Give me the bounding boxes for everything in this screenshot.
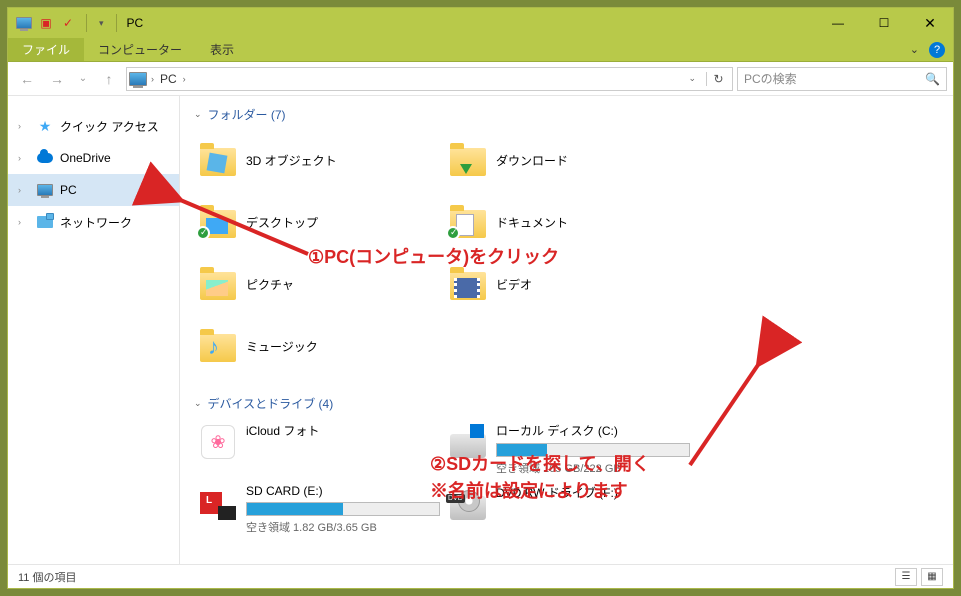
expand-icon[interactable]: › [18,185,30,195]
sidebar-item-label: クイック アクセス [60,118,159,135]
close-button[interactable]: ✕ [907,8,953,38]
nav-back-button[interactable]: ← [14,66,40,92]
nav-forward-button[interactable]: → [44,66,70,92]
sidebar-item-label: OneDrive [60,151,111,165]
address-dropdown-icon[interactable]: ⌄ [682,73,702,84]
drive-local-c[interactable]: ローカル ディスク (C:) 空き領域 165 GB/222 GB [444,420,694,478]
group-folders-header[interactable]: ⌄ フォルダー (7) [194,106,939,123]
folder-label: ダウンロード [496,152,568,169]
folder-desktop[interactable]: デスクトップ [194,193,444,251]
folder-label: ピクチャ [246,276,294,293]
nav-history-dropdown[interactable]: ⌄ [74,66,92,92]
quickaccess-icon: ★ [36,117,54,135]
drive-free: 空き領域 165 GB/222 GB [496,460,690,476]
qat-dropdown-icon[interactable]: ▾ [99,18,104,29]
search-input[interactable]: PCの検索 🔍 [737,67,947,91]
expand-icon[interactable]: › [18,153,30,163]
usage-bar [496,443,690,457]
drive-label: DVD RW ドライブ (F:) [496,484,690,501]
folder-pictures[interactable]: ピクチャ [194,255,444,313]
pc-icon [129,72,147,86]
tab-file[interactable]: ファイル [8,38,84,61]
folder-label: ミュージック [246,338,318,355]
sidebar-item-label: ネットワーク [60,214,132,231]
content-pane: ⌄ フォルダー (7) 3D オブジェクト ダウンロード デスクトップ ドキュメ… [180,96,953,564]
folder-music[interactable]: ♪ミュージック [194,317,444,375]
drive-label: SD CARD (E:) [246,484,440,498]
folder-label: デスクトップ [246,214,318,231]
chevron-down-icon: ⌄ [194,109,202,120]
search-placeholder: PCの検索 [744,70,797,87]
address-box[interactable]: › PC › ⌄ ↻ [126,67,733,91]
drive-label: iCloud フォト [246,422,440,439]
network-icon [36,213,54,231]
folder-3d-objects[interactable]: 3D オブジェクト [194,131,444,189]
ribbon-expand-icon[interactable]: ⌄ [910,43,919,56]
usage-bar [246,502,440,516]
status-item-count: 11 個の項目 [18,569,76,585]
hdd-icon [450,434,486,458]
folder-documents[interactable]: ドキュメント [444,193,694,251]
drive-sdcard-e[interactable]: SD CARD (E:) 空き領域 1.82 GB/3.65 GB [194,482,444,537]
sdcard-icon [200,492,236,520]
expand-icon[interactable]: › [18,217,30,227]
folder-label: ビデオ [496,276,532,293]
tab-computer[interactable]: コンピューター [84,38,196,61]
drive-label: ローカル ディスク (C:) [496,422,690,439]
minimize-button[interactable]: — [815,8,861,38]
help-icon[interactable]: ? [929,42,945,58]
app-icon [14,13,34,33]
sidebar-item-network[interactable]: › ネットワーク [8,206,179,238]
address-bar: ← → ⌄ ↑ › PC › ⌄ ↻ PCの検索 🔍 [8,62,953,96]
qat-props-icon[interactable]: ▣ [36,13,56,33]
expand-icon[interactable]: › [18,121,30,131]
folder-label: 3D オブジェクト [246,152,337,169]
maximize-button[interactable]: ☐ [861,8,907,38]
onedrive-icon [36,149,54,167]
tab-view[interactable]: 表示 [196,38,248,61]
qat-check-icon[interactable]: ✓ [58,13,78,33]
nav-sidebar: › ★ クイック アクセス › OneDrive › PC › ネットワーク [8,96,180,564]
sidebar-item-onedrive[interactable]: › OneDrive [8,142,179,174]
dvd-icon [450,496,486,520]
sidebar-item-label: PC [60,183,77,197]
refresh-button[interactable]: ↻ [706,72,730,86]
breadcrumb-sep-icon[interactable]: › [151,74,154,84]
icloud-icon [201,425,235,459]
nav-up-button[interactable]: ↑ [96,66,122,92]
drive-icloud[interactable]: iCloud フォト [194,420,444,478]
group-devices-header[interactable]: ⌄ デバイスとドライブ (4) [194,395,939,412]
view-icons-button[interactable]: ▦ [921,568,943,586]
drive-dvd-f[interactable]: DVD RW ドライブ (F:) [444,482,694,537]
sidebar-item-quickaccess[interactable]: › ★ クイック アクセス [8,110,179,142]
breadcrumb-sep-icon[interactable]: › [183,74,186,84]
folder-videos[interactable]: ビデオ [444,255,694,313]
breadcrumb-pc[interactable]: PC [158,72,179,86]
titlebar: ▣ ✓ ▾ PC — ☐ ✕ [8,8,953,38]
drive-free: 空き領域 1.82 GB/3.65 GB [246,519,440,535]
chevron-down-icon: ⌄ [194,398,202,409]
folder-downloads[interactable]: ダウンロード [444,131,694,189]
view-details-button[interactable]: ☰ [895,568,917,586]
folder-label: ドキュメント [496,214,568,231]
window-title: PC [127,16,144,30]
status-bar: 11 個の項目 ☰ ▦ [8,564,953,588]
ribbon-tabs: ファイル コンピューター 表示 ⌄ ? [8,38,953,62]
pc-icon [36,181,54,199]
sidebar-item-pc[interactable]: › PC [8,174,179,206]
explorer-window: ▣ ✓ ▾ PC — ☐ ✕ ファイル コンピューター 表示 ⌄ ? ← → ⌄… [7,7,954,589]
search-icon[interactable]: 🔍 [925,72,940,86]
